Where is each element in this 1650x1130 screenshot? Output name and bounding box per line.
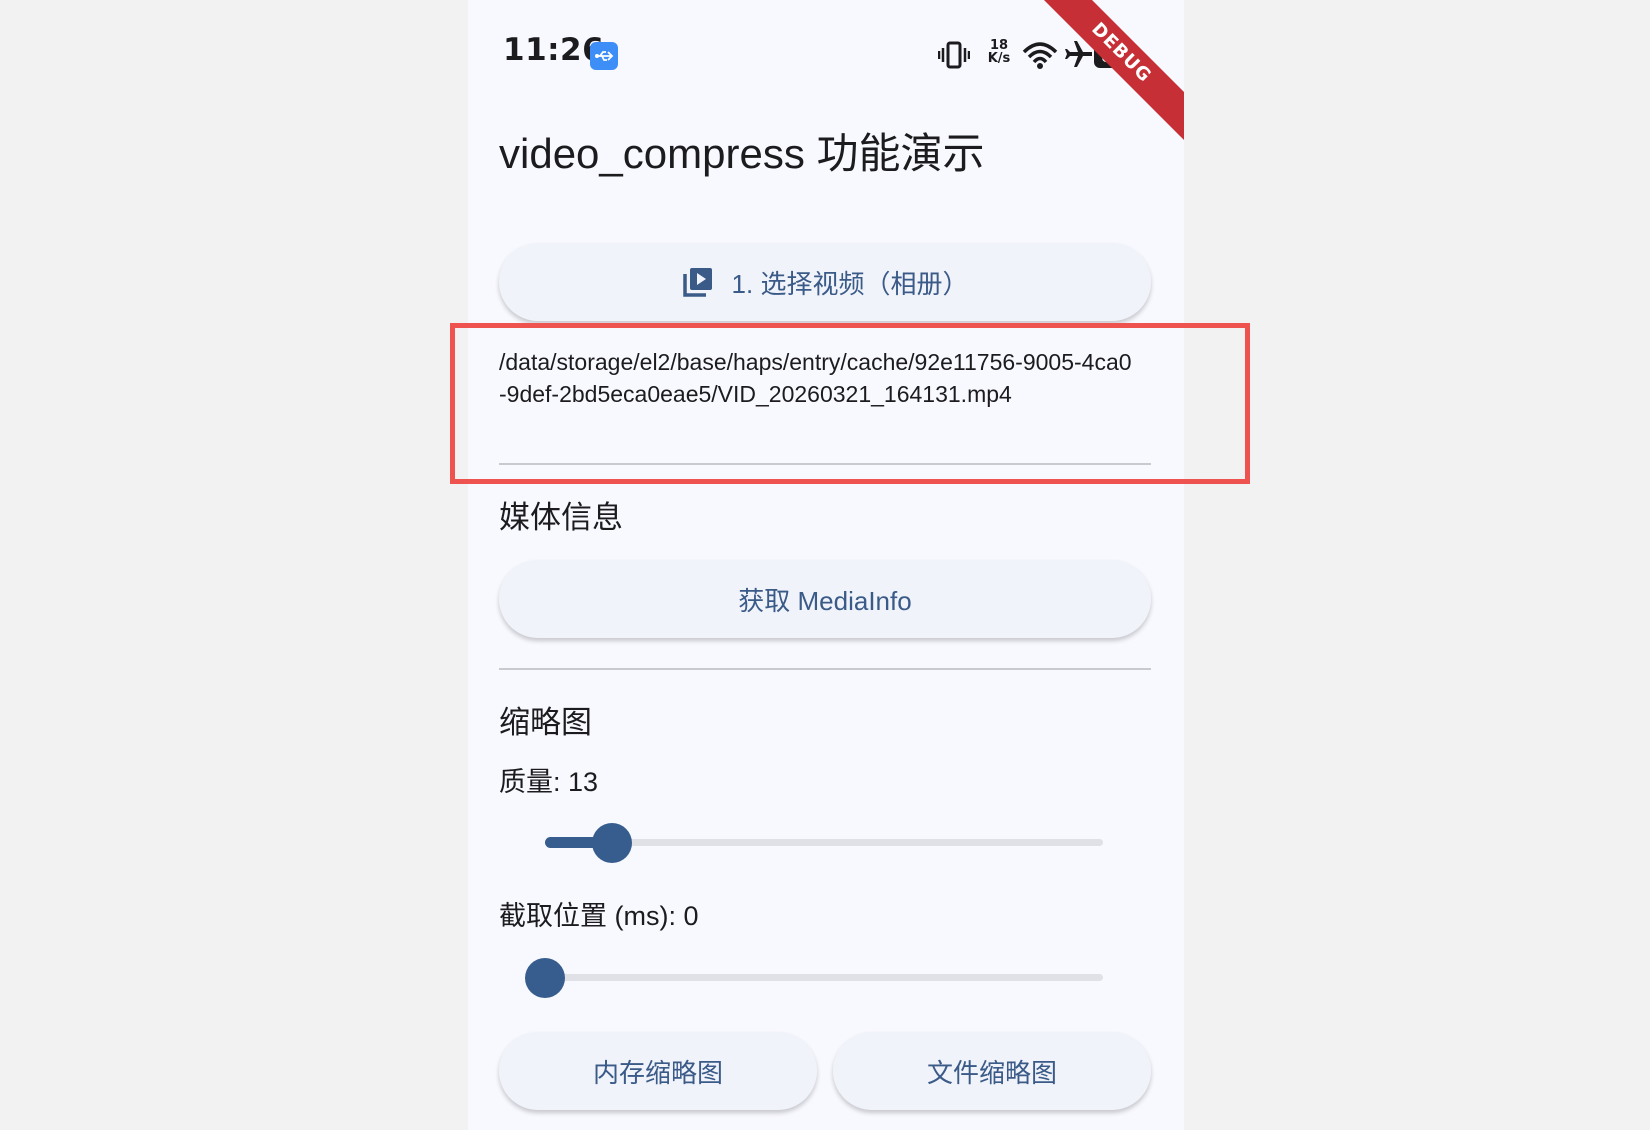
phone-screen: 11:26 18 K/s DEBUG video_compress 功能演示 1… bbox=[468, 0, 1184, 1130]
memory-thumbnail-button[interactable]: 内存缩略图 bbox=[499, 1032, 817, 1110]
media-info-title: 媒体信息 bbox=[499, 500, 623, 535]
wifi-icon bbox=[1022, 38, 1058, 74]
net-speed: 18 K/s bbox=[984, 39, 1014, 65]
pick-video-label: 1. 选择视频（相册） bbox=[731, 268, 969, 299]
divider bbox=[499, 463, 1151, 465]
status-time: 11:26 bbox=[503, 32, 605, 68]
page-title: video_compress 功能演示 bbox=[499, 130, 985, 177]
thumbnail-title: 缩略图 bbox=[499, 705, 592, 740]
get-media-info-button[interactable]: 获取 MediaInfo bbox=[499, 560, 1151, 638]
screen: 11:26 18 K/s DEBUG video_compress 功能演示 1… bbox=[0, 0, 1650, 1130]
quality-slider[interactable] bbox=[545, 823, 1103, 863]
usb-debug-icon bbox=[590, 42, 618, 70]
file-thumbnail-label: 文件缩略图 bbox=[926, 1057, 1057, 1088]
position-label: 截取位置 (ms): 0 bbox=[499, 901, 699, 931]
video-library-icon bbox=[682, 266, 714, 298]
net-speed-unit: K/s bbox=[987, 51, 1011, 66]
quality-label: 质量: 13 bbox=[499, 767, 599, 797]
slider-thumb[interactable] bbox=[525, 958, 565, 998]
memory-thumbnail-label: 内存缩略图 bbox=[592, 1057, 723, 1088]
slider-thumb[interactable] bbox=[591, 823, 632, 863]
selected-video-path: /data/storage/el2/base/haps/entry/cache/… bbox=[499, 349, 1132, 407]
position-slider[interactable] bbox=[525, 958, 1103, 998]
debug-banner: DEBUG bbox=[1020, 0, 1184, 154]
vibrate-icon bbox=[937, 40, 971, 74]
slider-track bbox=[545, 974, 1103, 981]
divider bbox=[499, 668, 1151, 670]
file-thumbnail-button[interactable]: 文件缩略图 bbox=[833, 1032, 1151, 1110]
pick-video-button[interactable]: 1. 选择视频（相册） bbox=[499, 243, 1151, 321]
get-media-info-label: 获取 MediaInfo bbox=[738, 585, 912, 616]
